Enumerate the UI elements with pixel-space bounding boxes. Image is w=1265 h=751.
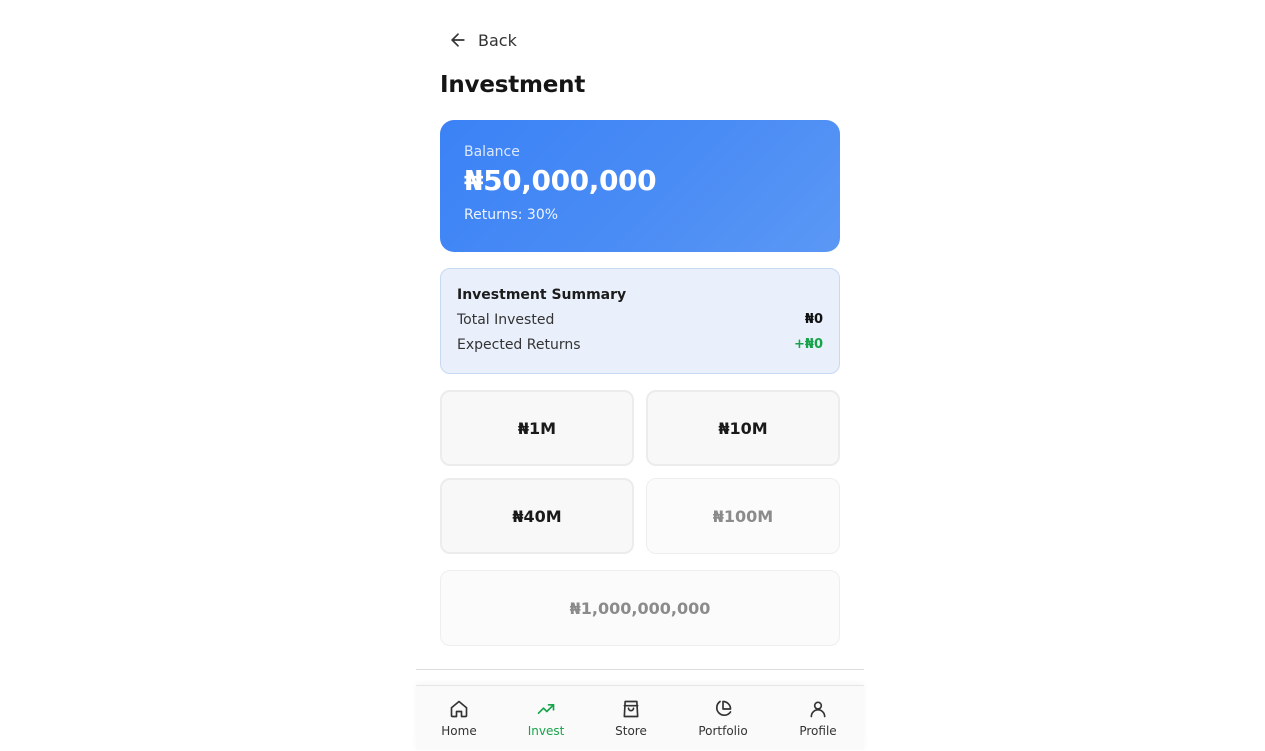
summary-row-value: +₦0	[794, 337, 823, 352]
trending-up-icon	[537, 704, 555, 714]
balance-label: Balance	[464, 144, 520, 160]
nav-item-store[interactable]: Store	[591, 686, 671, 751]
divider	[416, 669, 864, 670]
summary-row-label: Expected Returns	[457, 337, 581, 353]
nav-label: Invest	[527, 724, 565, 738]
balance-returns: Returns: 30%	[464, 207, 559, 223]
user-icon	[810, 701, 826, 718]
balance-card: Balance ₦50,000,000 Returns: 30%	[440, 120, 840, 252]
summary-row-label: Total Invested	[457, 312, 555, 328]
invest-option-100m[interactable]: ₦100M	[646, 478, 840, 554]
app-screen: Back Investment Balance ₦50,000,000 Retu…	[416, 0, 864, 750]
back-label: Back	[478, 30, 517, 50]
nav-item-invest[interactable]: Invest	[506, 686, 586, 751]
bottom-nav: Home Invest Store Portfolio Profile	[416, 685, 864, 750]
summary-row-value: ₦0	[804, 312, 823, 327]
nav-label: Portfolio	[698, 724, 748, 738]
invest-option-1b[interactable]: ₦1,000,000,000	[440, 570, 840, 646]
summary-row-expected-returns: Expected Returns +₦0	[457, 337, 823, 353]
balance-amount: ₦50,000,000	[464, 164, 657, 197]
back-button[interactable]: Back	[448, 28, 517, 52]
pie-chart-icon	[715, 700, 732, 717]
nav-label: Profile	[799, 724, 837, 738]
nav-item-portfolio[interactable]: Portfolio	[683, 686, 763, 751]
nav-item-profile[interactable]: Profile	[778, 686, 858, 751]
arrow-left-icon	[451, 33, 465, 47]
page-title: Investment	[440, 72, 586, 98]
nav-item-home[interactable]: Home	[419, 686, 499, 751]
invest-option-1m[interactable]: ₦1M	[440, 390, 634, 466]
summary-row-total-invested: Total Invested ₦0	[457, 312, 823, 328]
summary-title: Investment Summary	[457, 287, 627, 303]
home-icon	[450, 700, 468, 718]
invest-option-10m[interactable]: ₦10M	[646, 390, 840, 466]
shopping-bag-icon	[623, 700, 639, 718]
nav-label: Store	[615, 724, 647, 738]
nav-label: Home	[441, 724, 477, 738]
invest-option-40m[interactable]: ₦40M	[440, 478, 634, 554]
investment-summary: Investment Summary Total Invested ₦0 Exp…	[440, 268, 840, 374]
